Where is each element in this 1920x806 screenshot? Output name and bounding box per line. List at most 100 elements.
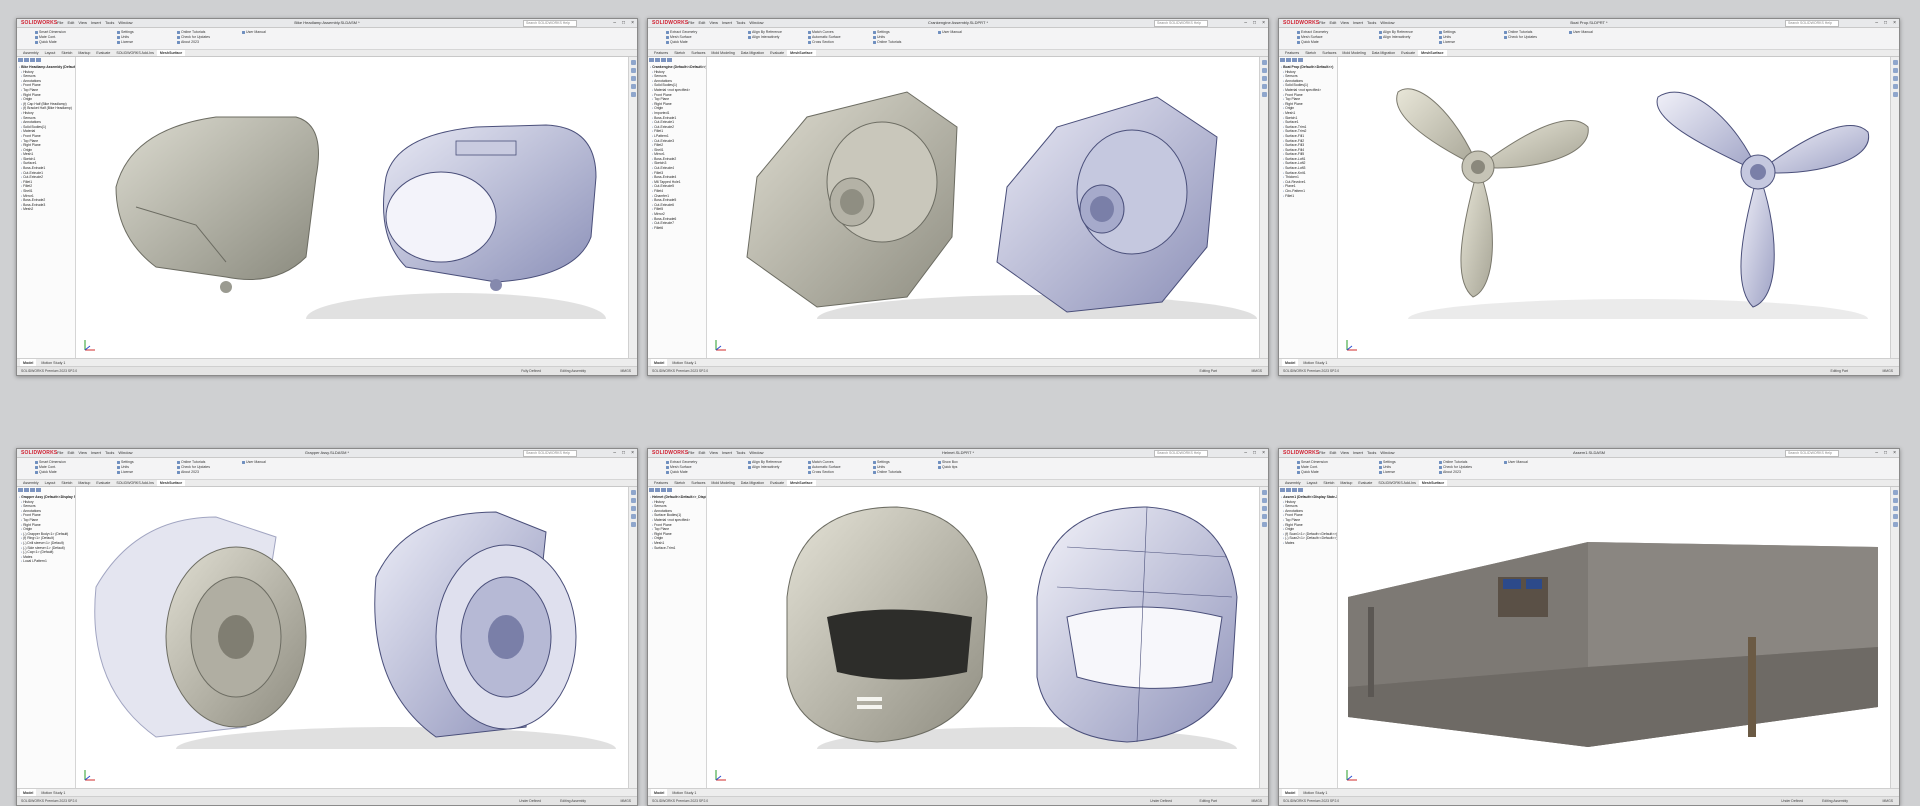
close-icon[interactable]: × — [631, 19, 634, 27]
menu-tools[interactable]: Tools — [736, 19, 745, 27]
feature-manager-icon[interactable] — [649, 488, 654, 492]
design-library-icon[interactable] — [630, 498, 636, 503]
view-palette-icon[interactable] — [630, 514, 636, 519]
ribbon-button[interactable]: Quick Mate — [1297, 40, 1328, 44]
ribbon-button[interactable]: Smart Dimension — [35, 30, 66, 34]
menu-window[interactable]: Window — [1380, 19, 1394, 27]
resources-icon[interactable] — [1892, 60, 1898, 65]
ribbon-button[interactable]: Mate Cont. — [35, 35, 66, 39]
ribbon-button[interactable]: Settings — [1439, 30, 1456, 34]
menu-view[interactable]: View — [78, 449, 87, 457]
ribbon-button[interactable]: Automatic Surface — [808, 465, 841, 469]
ribbon-button[interactable]: License — [1379, 470, 1396, 474]
resources-icon[interactable] — [1892, 490, 1898, 495]
appearances-icon[interactable] — [1261, 92, 1267, 97]
menu-edit[interactable]: Edit — [1329, 449, 1336, 457]
command-tab[interactable]: Assembly — [20, 480, 42, 486]
ribbon-button[interactable]: Smart Dimension — [35, 460, 66, 464]
search-input[interactable]: Search SOLIDWORKS Help — [523, 20, 577, 27]
maximize-icon[interactable]: □ — [622, 19, 625, 27]
design-library-icon[interactable] — [630, 68, 636, 73]
property-manager-icon[interactable] — [1286, 58, 1291, 62]
model-render-helmet[interactable] — [707, 487, 1260, 771]
ribbon-button[interactable]: Units — [117, 35, 134, 39]
appearances-icon[interactable] — [1892, 92, 1898, 97]
ribbon-button[interactable]: Units — [117, 465, 134, 469]
ribbon-button[interactable]: Online Tutorials — [177, 30, 210, 34]
maximize-icon[interactable]: □ — [1253, 449, 1256, 457]
menu-window[interactable]: Window — [118, 449, 132, 457]
menu-view[interactable]: View — [709, 19, 718, 27]
minimize-icon[interactable]: – — [1875, 19, 1878, 27]
view-palette-icon[interactable] — [1261, 514, 1267, 519]
menu-view[interactable]: View — [709, 449, 718, 457]
menu-edit[interactable]: Edit — [698, 19, 705, 27]
feature-tree-item[interactable]: Mesh2 — [17, 207, 75, 212]
ribbon-button[interactable]: Show Box — [938, 460, 958, 464]
menu-tools[interactable]: Tools — [1367, 19, 1376, 27]
menu-window[interactable]: Window — [749, 19, 763, 27]
command-tab[interactable]: Assembly — [20, 50, 42, 56]
command-tab[interactable]: Sketch — [671, 480, 688, 486]
file-explorer-icon[interactable] — [1892, 506, 1898, 511]
menu-view[interactable]: View — [78, 19, 87, 27]
solidworks-logo[interactable]: SOLIDWORKS — [21, 450, 57, 456]
feature-tree-item[interactable]: Fillet6 — [648, 226, 706, 231]
ribbon-button[interactable]: About 2023 — [177, 470, 210, 474]
display-manager-icon[interactable] — [1298, 488, 1303, 492]
resources-icon[interactable] — [630, 490, 636, 495]
menu-insert[interactable]: Insert — [1353, 449, 1363, 457]
file-explorer-icon[interactable] — [630, 76, 636, 81]
model-render-headlamp[interactable] — [76, 57, 629, 345]
menu-edit[interactable]: Edit — [698, 449, 705, 457]
command-tab[interactable]: Markup — [75, 50, 93, 56]
ribbon-button[interactable]: Online Tutorials — [1504, 30, 1537, 34]
feature-tree-item[interactable]: Crankengine (Default<<Default>>) — [648, 65, 706, 70]
ribbon-button[interactable]: Match Curves — [808, 460, 841, 464]
ribbon-button[interactable]: Online Tutorials — [873, 470, 901, 474]
search-input[interactable]: Search SOLIDWORKS Help — [1785, 20, 1839, 27]
ribbon-button[interactable]: Online Tutorials — [177, 460, 210, 464]
appearances-icon[interactable] — [630, 92, 636, 97]
ribbon-button[interactable]: Settings — [1379, 460, 1396, 464]
menu-view[interactable]: View — [1340, 19, 1349, 27]
ribbon-button[interactable]: Align Interactively — [748, 465, 782, 469]
minimize-icon[interactable]: – — [1244, 449, 1247, 457]
ribbon-button[interactable]: Settings — [117, 460, 134, 464]
resources-icon[interactable] — [1261, 490, 1267, 495]
command-tab[interactable]: Layout — [42, 50, 59, 56]
command-tab[interactable]: MeshSurface — [1418, 50, 1447, 56]
feature-manager-icon[interactable] — [18, 488, 23, 492]
maximize-icon[interactable]: □ — [1884, 449, 1887, 457]
solidworks-logo[interactable]: SOLIDWORKS — [652, 20, 688, 26]
model-render-rotary[interactable] — [76, 487, 629, 771]
file-explorer-icon[interactable] — [1261, 506, 1267, 511]
ribbon-button[interactable]: Check for Updates — [1504, 35, 1537, 39]
file-explorer-icon[interactable] — [1892, 76, 1898, 81]
ribbon-button[interactable]: Online Tutorials — [1439, 460, 1472, 464]
menu-insert[interactable]: Insert — [1353, 19, 1363, 27]
ribbon-button[interactable]: Units — [1379, 465, 1396, 469]
design-library-icon[interactable] — [1261, 68, 1267, 73]
graphics-area[interactable] — [1338, 57, 1891, 359]
command-tab[interactable]: Surfaces — [688, 480, 708, 486]
ribbon-button[interactable]: Cross Section — [808, 470, 841, 474]
ribbon-button[interactable]: Quick Mate — [1297, 470, 1328, 474]
command-tab[interactable]: Evaluate — [1355, 480, 1375, 486]
ribbon-button[interactable]: Align By Reference — [748, 30, 782, 34]
feature-tree-item[interactable]: Fillet1 — [1279, 194, 1337, 199]
resources-icon[interactable] — [1261, 60, 1267, 65]
configuration-manager-icon[interactable] — [661, 58, 666, 62]
search-input[interactable]: Search SOLIDWORKS Help — [1154, 20, 1208, 27]
maximize-icon[interactable]: □ — [1884, 19, 1887, 27]
command-tab[interactable]: Evaluate — [93, 480, 113, 486]
graphics-area[interactable] — [76, 57, 629, 359]
ribbon-button[interactable]: Extract Geometry — [1297, 30, 1328, 34]
ribbon-button[interactable]: Settings — [873, 30, 901, 34]
menu-edit[interactable]: Edit — [67, 449, 74, 457]
ribbon-button[interactable]: Quick Mate — [35, 40, 66, 44]
command-tab[interactable]: Markup — [75, 480, 93, 486]
ribbon-button[interactable]: Mate Cont. — [1297, 465, 1328, 469]
display-manager-icon[interactable] — [36, 58, 41, 62]
search-input[interactable]: Search SOLIDWORKS Help — [1154, 450, 1208, 457]
